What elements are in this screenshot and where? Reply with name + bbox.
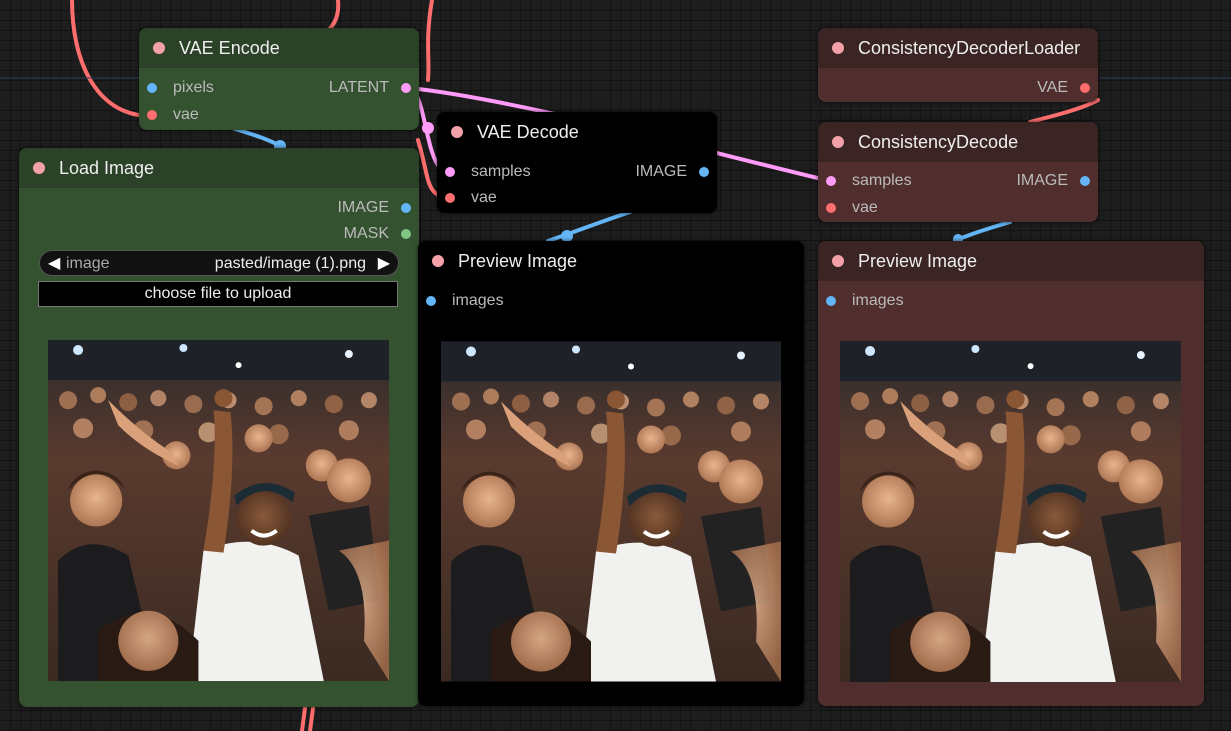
slot-label: IMAGE <box>635 163 687 180</box>
arrow-left-icon[interactable]: ◀ <box>48 251 60 277</box>
node-title: Preview Image <box>858 251 978 271</box>
link-vae-top-right <box>426 0 434 82</box>
slot-label: images <box>452 292 504 309</box>
node-title: Preview Image <box>458 251 578 271</box>
slot-label: vae <box>173 106 199 123</box>
input-slot-samples[interactable]: samples <box>445 162 531 182</box>
output-slot-image[interactable]: IMAGE <box>337 198 411 218</box>
output-slot-image[interactable]: IMAGE <box>635 162 709 182</box>
port-dot-vae[interactable] <box>1080 83 1090 93</box>
input-slot-pixels[interactable]: pixels <box>147 78 214 98</box>
port-dot-vae[interactable] <box>826 203 836 213</box>
node-status-dot[interactable] <box>153 42 165 54</box>
slot-label: IMAGE <box>337 199 389 216</box>
slot-label: samples <box>471 163 531 180</box>
node-preview-image-brown[interactable]: Preview Image images <box>818 241 1204 706</box>
port-dot-vae[interactable] <box>445 193 455 203</box>
link-vae-to-cd-decode <box>1028 98 1100 124</box>
node-consistency-decode[interactable]: ConsistencyDecode samples vae IMAGE <box>818 122 1098 222</box>
link-center-latent <box>422 122 434 134</box>
node-title-bar[interactable]: ConsistencyDecode <box>818 122 1098 162</box>
arrow-right-icon[interactable]: ▶ <box>378 251 390 277</box>
port-dot-image[interactable] <box>1080 176 1090 186</box>
slot-label: LATENT <box>328 79 389 96</box>
node-title-bar[interactable]: ConsistencyDecoderLoader <box>818 28 1098 68</box>
node-consistency-decoder-loader[interactable]: ConsistencyDecoderLoader VAE <box>818 28 1098 102</box>
output-slot-image[interactable]: IMAGE <box>1016 171 1090 191</box>
image-combo-widget[interactable]: ◀ image pasted/image (1).png ▶ <box>39 250 399 276</box>
node-status-dot[interactable] <box>832 42 844 54</box>
node-title-bar[interactable]: VAE Decode <box>437 112 717 152</box>
preview-image <box>441 341 781 682</box>
link-vae-bottom2 <box>308 706 315 731</box>
input-slot-images[interactable]: images <box>426 291 504 311</box>
node-preview-image-black[interactable]: Preview Image images <box>418 241 804 706</box>
output-slot-mask[interactable]: MASK <box>344 224 411 244</box>
input-slot-samples[interactable]: samples <box>826 171 912 191</box>
node-title: ConsistencyDecode <box>858 132 1019 152</box>
slot-label: pixels <box>173 79 214 96</box>
port-dot-latent[interactable] <box>826 176 836 186</box>
port-dot-image[interactable] <box>826 296 836 306</box>
port-dot-latent[interactable] <box>401 83 411 93</box>
slot-label: vae <box>852 199 878 216</box>
node-title-bar[interactable]: Preview Image <box>818 241 1204 281</box>
link-image-to-preview-black <box>546 210 632 243</box>
node-status-dot[interactable] <box>432 255 444 267</box>
node-status-dot[interactable] <box>832 255 844 267</box>
port-dot-image[interactable] <box>699 167 709 177</box>
node-title: Load Image <box>59 158 155 178</box>
input-slot-images[interactable]: images <box>826 291 904 311</box>
output-slot-latent[interactable]: LATENT <box>329 78 411 98</box>
output-slot-vae[interactable]: VAE <box>1037 78 1090 98</box>
node-title: VAE Encode <box>179 38 280 58</box>
loaded-image-preview <box>48 340 389 681</box>
port-dot-latent[interactable] <box>445 167 455 177</box>
slot-label: vae <box>471 189 497 206</box>
node-title: ConsistencyDecoderLoader <box>858 38 1081 58</box>
input-slot-vae[interactable]: vae <box>826 198 878 218</box>
input-slot-vae[interactable]: vae <box>445 188 497 208</box>
link-vae-bottom <box>300 706 307 731</box>
link-image-to-preview-brown <box>953 220 1012 243</box>
slot-label: MASK <box>343 225 389 242</box>
combo-label: image <box>66 255 110 272</box>
port-dot-mask[interactable] <box>401 229 411 239</box>
slot-label: VAE <box>1037 79 1068 96</box>
node-load-image[interactable]: Load Image IMAGE MASK ◀ image pasted/ima… <box>19 148 419 707</box>
node-title: VAE Decode <box>477 122 579 142</box>
preview-image <box>840 341 1181 682</box>
slot-label: IMAGE <box>1016 172 1068 189</box>
node-status-dot[interactable] <box>33 162 45 174</box>
port-dot-vae[interactable] <box>147 110 157 120</box>
slot-label: images <box>852 292 904 309</box>
node-vae-decode[interactable]: VAE Decode samples vae IMAGE <box>437 112 717 213</box>
node-title-bar[interactable]: Preview Image <box>418 241 804 281</box>
node-status-dot[interactable] <box>451 126 463 138</box>
node-vae-encode[interactable]: VAE Encode pixels vae LATENT <box>139 28 419 130</box>
upload-button[interactable]: choose file to upload <box>38 281 398 307</box>
link-image-to-encode <box>230 126 282 148</box>
node-title-bar[interactable]: Load Image <box>19 148 419 188</box>
combo-value: pasted/image (1).png <box>214 255 366 272</box>
node-status-dot[interactable] <box>832 136 844 148</box>
input-slot-vae[interactable]: vae <box>147 105 199 125</box>
port-dot-image[interactable] <box>426 296 436 306</box>
port-dot-image[interactable] <box>147 83 157 93</box>
node-title-bar[interactable]: VAE Encode <box>139 28 419 68</box>
slot-label: samples <box>852 172 912 189</box>
port-dot-image[interactable] <box>401 203 411 213</box>
